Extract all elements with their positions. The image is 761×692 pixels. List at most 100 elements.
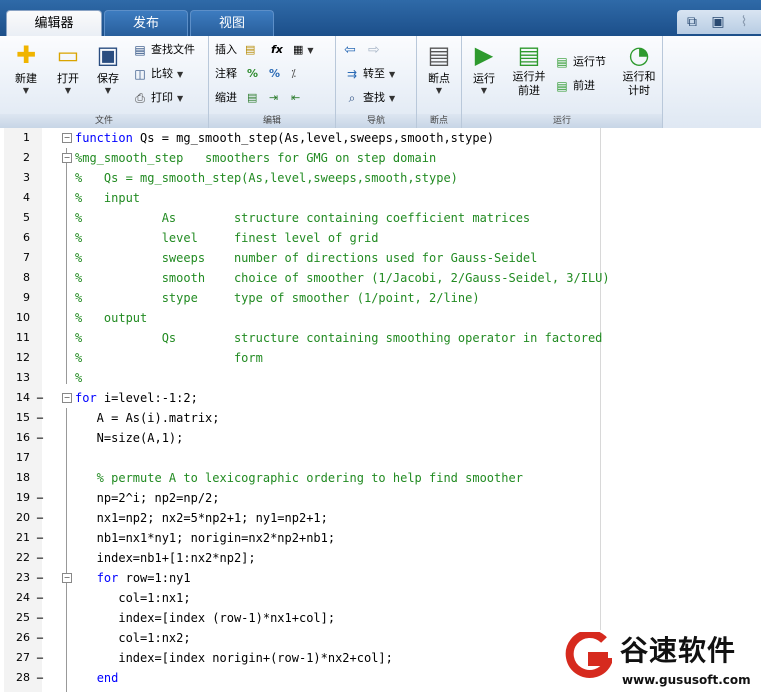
breakpoint-marker[interactable]: −	[36, 408, 44, 428]
line-number: 15	[16, 411, 30, 424]
file-group-label: 文件	[0, 114, 208, 128]
code-line[interactable]: 20− nx1=np2; nx2=5*np2+1; ny1=np2+1;	[0, 508, 761, 528]
plus-icon: ✚	[15, 41, 37, 69]
tab-view[interactable]: 视图	[190, 10, 274, 37]
code-line[interactable]: 1 − function Qs = mg_smooth_step(As,level,…	[0, 128, 761, 148]
breakpoint-marker[interactable]: −	[36, 488, 44, 508]
insert-function-icon[interactable]: ▦ ▼	[293, 40, 314, 60]
broom-icon[interactable]: ⌇	[735, 13, 753, 31]
line-number: 8	[23, 271, 30, 284]
run-and-time-button[interactable]: ◔ 运行和 计时	[616, 40, 662, 98]
breakpoint-marker[interactable]: −	[36, 548, 44, 568]
code-line[interactable]: 7 % sweeps number of directions used for …	[0, 248, 761, 268]
insert-section-icon[interactable]: ▤	[245, 40, 255, 60]
fold-toggle-icon[interactable]: −	[62, 573, 72, 583]
new-label: 新建	[15, 72, 37, 85]
code-editor[interactable]: 1− function Qs = mg_smooth_step(As,level,…	[0, 128, 761, 692]
insert-button[interactable]: 插入	[215, 40, 237, 60]
line-number: 6	[23, 231, 30, 244]
breakpoint-marker[interactable]: −	[36, 588, 44, 608]
line-number: 16	[16, 431, 30, 444]
advance-button[interactable]: ▤ 前进	[554, 76, 595, 96]
tab-editor[interactable]: 编辑器	[6, 10, 102, 37]
run-section-button[interactable]: ▤ 运行节	[554, 52, 606, 72]
new-button[interactable]: ✚ 新建 ▼	[6, 40, 46, 96]
smart-indent-icon[interactable]: ▤	[247, 88, 257, 108]
code-line[interactable]: 2 − %mg_smooth_step smoothers for GMG on s…	[0, 148, 761, 168]
code-line[interactable]: 15− A = As(i).matrix;	[0, 408, 761, 428]
breakpoint-marker[interactable]: −	[36, 668, 44, 688]
code-line[interactable]: 9 % stype type of smoother (1/point, 2/li…	[0, 288, 761, 308]
code-line[interactable]: 19− np=2^i; np2=np/2;	[0, 488, 761, 508]
wrap-comment-icon[interactable]: ⁒	[291, 64, 296, 84]
breakpoint-marker[interactable]: −	[36, 648, 44, 668]
code-line[interactable]: 8 % smooth choice of smoother (1/Jacobi, …	[0, 268, 761, 288]
code-line[interactable]: 10 % output	[0, 308, 761, 328]
fold-toggle-icon[interactable]: −	[62, 133, 72, 143]
code-line[interactable]: 17	[0, 448, 761, 468]
fold-toggle-icon[interactable]: −	[62, 153, 72, 163]
advance-label: 前进	[573, 79, 595, 92]
code-area[interactable]: 1− function Qs = mg_smooth_step(As,level,…	[0, 128, 761, 692]
code-line[interactable]: 16− N=size(A,1);	[0, 428, 761, 448]
fold-toggle-icon[interactable]: −	[62, 393, 72, 403]
percent-comment-icon[interactable]: %	[247, 64, 258, 84]
run-and-time-label-1: 运行和	[622, 70, 656, 83]
line-number: 19	[16, 491, 30, 504]
code-token: col=1:nx2;	[75, 631, 191, 645]
code-line[interactable]: 18 % permute A to lexicographic ordering…	[0, 468, 761, 488]
print-label: 打印	[151, 91, 173, 104]
indent-button[interactable]: 缩进	[215, 88, 237, 108]
comment-token: % Qs structure containing smoothing oper…	[75, 331, 603, 345]
breakpoint-marker[interactable]: −	[36, 568, 44, 588]
fx-icon[interactable]: fx	[271, 40, 283, 60]
run-button[interactable]: ▶ 运行 ▼	[464, 40, 504, 96]
code-line[interactable]: 25− index=[index (row-1)*nx1+col];	[0, 608, 761, 628]
breakpoint-marker[interactable]: −	[36, 388, 44, 408]
code-text: % level finest level of grid	[75, 228, 378, 248]
back-arrow-icon[interactable]: ⇦	[344, 40, 356, 60]
code-line[interactable]: 21− nb1=nx1*ny1; norigin=nx2*np2+nb1;	[0, 528, 761, 548]
breakpoint-marker[interactable]: −	[36, 608, 44, 628]
code-line[interactable]: 4 % input	[0, 188, 761, 208]
quick-access-toolbar: ⧉ ▣ ⌇	[677, 10, 761, 34]
insert-label: 插入	[215, 43, 237, 56]
forward-arrow-icon[interactable]: ⇨	[368, 40, 380, 60]
breakpoint-marker[interactable]: −	[36, 628, 44, 648]
comment-token: % smooth choice of smoother (1/Jacobi, 2…	[75, 271, 610, 285]
code-line[interactable]: 12 % form	[0, 348, 761, 368]
save-button[interactable]: ▣ 保存 ▼	[88, 40, 128, 96]
code-line[interactable]: 22− index=nb1+[1:nx2*np2];	[0, 548, 761, 568]
code-line[interactable]: 13%	[0, 368, 761, 388]
run-and-advance-button[interactable]: ▤ 运行并 前进	[506, 40, 552, 98]
code-line[interactable]: 24− col=1:nx1;	[0, 588, 761, 608]
breakpoints-button[interactable]: ▤ 断点 ▼	[419, 40, 459, 96]
code-line[interactable]: 11 % Qs structure containing smoothing op…	[0, 328, 761, 348]
code-text: % output	[75, 308, 147, 328]
edit-group: 插入 ▤ fx ▦ ▼ 注释 % % ⁒ 缩进 ▤ ⇥ ⇤ 编辑	[209, 36, 336, 128]
goto-button[interactable]: ⇉ 转至 ▼	[344, 64, 395, 84]
tab-publish[interactable]: 发布	[104, 10, 188, 37]
breakpoint-marker[interactable]: −	[36, 508, 44, 528]
code-line[interactable]: 3 % Qs = mg_smooth_step(As,level,sweeps,s…	[0, 168, 761, 188]
breakpoint-marker[interactable]: −	[36, 428, 44, 448]
breakpoint-marker[interactable]: −	[36, 528, 44, 548]
save-icon[interactable]: ▣	[709, 13, 727, 31]
line-number: 17	[16, 451, 30, 464]
comment-button[interactable]: 注释	[215, 64, 237, 84]
increase-indent-icon[interactable]: ⇥	[269, 88, 278, 108]
print-button[interactable]: ⎙ 打印 ▼	[132, 88, 183, 108]
compare-button[interactable]: ◫ 比较 ▼	[132, 64, 183, 84]
code-line[interactable]: 23− − for row=1:ny1	[0, 568, 761, 588]
find-button[interactable]: ⌕ 查找 ▼	[344, 88, 396, 108]
code-line[interactable]: 5 % As structure containing coefficient m…	[0, 208, 761, 228]
pin-icon[interactable]: ⧉	[683, 13, 701, 31]
find-files-button[interactable]: ▤ 查找文件	[132, 40, 195, 60]
uncomment-icon[interactable]: %	[269, 64, 280, 84]
open-button[interactable]: ▭ 打开 ▼	[48, 40, 88, 96]
decrease-indent-icon[interactable]: ⇤	[291, 88, 300, 108]
run-label: 运行	[473, 72, 495, 85]
code-line[interactable]: 14− − for i=level:-1:2;	[0, 388, 761, 408]
code-line[interactable]: 6 % level finest level of grid	[0, 228, 761, 248]
